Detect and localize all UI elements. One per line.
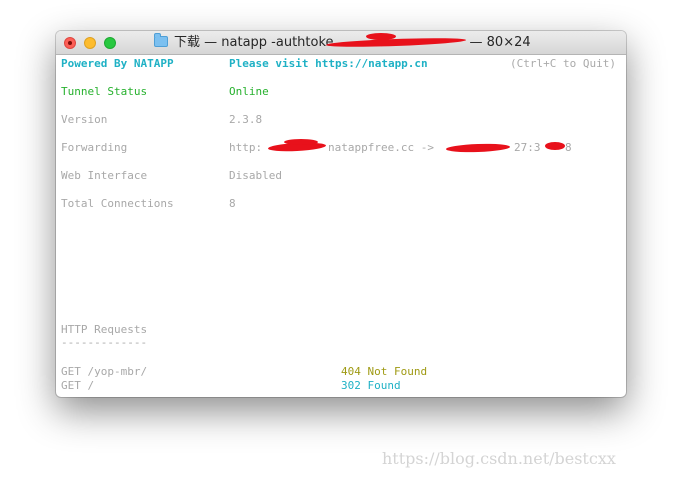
- http-requests-underline: -------------: [61, 336, 148, 349]
- request-path: GET /: [61, 379, 95, 392]
- powered-by-text: Powered By NATAPP: [61, 57, 174, 70]
- visit-text: Please visit https://natapp.cn: [229, 57, 428, 70]
- close-button[interactable]: [64, 37, 76, 49]
- forwarding-redaction: [284, 139, 318, 145]
- title-bar[interactable]: 下载 — natapp -authtoke — 80×24: [56, 31, 626, 55]
- terminal-content[interactable]: Powered By NATAPP Please visit https://n…: [56, 55, 626, 397]
- total-connections-label: Total Connections: [61, 197, 174, 210]
- quit-hint: (Ctrl+C to Quit): [510, 57, 616, 70]
- forwarding-value-scheme: http:: [229, 141, 263, 154]
- tunnel-status-value: Online: [229, 85, 269, 98]
- zoom-button[interactable]: [104, 37, 116, 49]
- folder-icon: [154, 33, 168, 47]
- window-title-prefix: 下载 — natapp -authtoke: [174, 35, 334, 50]
- tunnel-status-label: Tunnel Status: [61, 85, 148, 98]
- http-requests-heading: HTTP Requests: [61, 323, 148, 336]
- forwarding-value-tail: 8: [565, 141, 572, 154]
- forwarding-label: Forwarding: [61, 141, 128, 154]
- forwarding-redaction: [445, 142, 511, 154]
- web-interface-label: Web Interface: [61, 169, 148, 182]
- request-status: 404 Not Found: [341, 365, 428, 378]
- total-connections-value: 8: [229, 197, 236, 210]
- terminal-window: 下载 — natapp -authtoke — 80×24 Powered By …: [56, 31, 626, 397]
- request-path: GET /yop-mbr/: [61, 365, 148, 378]
- watermark-text: https://blog.csdn.net/bestcxx: [382, 449, 616, 468]
- minimize-button[interactable]: [84, 37, 96, 49]
- web-interface-value: Disabled: [229, 169, 282, 182]
- forwarding-value-host: natappfree.cc ->: [328, 141, 434, 154]
- window-title-suffix: — 80×24: [469, 35, 531, 50]
- title-redaction: [366, 33, 396, 40]
- version-value: 2.3.8: [229, 113, 263, 126]
- request-status: 302 Found: [341, 379, 401, 392]
- forwarding-redaction: [545, 142, 565, 150]
- version-label: Version: [61, 113, 108, 126]
- forwarding-value-port: 27:3: [514, 141, 541, 154]
